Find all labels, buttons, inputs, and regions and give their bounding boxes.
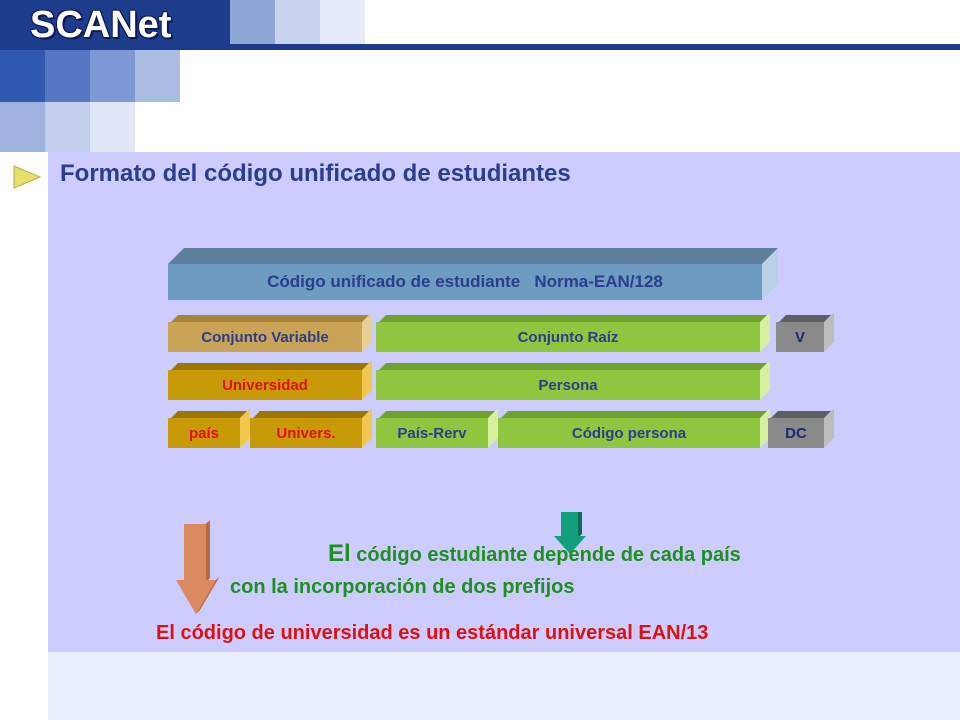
bar-conjunto-variable-label: Conjunto Variable — [168, 322, 362, 352]
scanet-logo: SCANet — [30, 4, 172, 46]
bar-conjunto-raiz-label: Conjunto Raíz — [376, 322, 760, 352]
bar-dc: DC — [768, 408, 834, 448]
header-tile — [90, 102, 135, 152]
bar-codigo-unificado-label: Código unificado de estudiante Norma-EAN… — [168, 264, 762, 300]
bar-universidad-label: Universidad — [168, 370, 362, 400]
bar-pais-label: país — [168, 418, 240, 448]
header-line — [180, 44, 960, 50]
header-tile — [0, 50, 45, 102]
bar-conjunto-variable: Conjunto Variable — [168, 312, 372, 352]
bar-univers: Univers. — [250, 408, 372, 448]
note-line-3: El código de universidad es un estándar … — [156, 622, 709, 644]
bar-pais-rerv: País-Rerv — [376, 408, 498, 448]
note-line-1-lead: El — [328, 540, 351, 567]
bar-codigo-persona: Código persona — [498, 408, 770, 448]
header-tile — [320, 0, 365, 44]
bar-v: V — [776, 312, 834, 352]
bar-pais: país — [168, 408, 250, 448]
bar-v-label: V — [776, 322, 824, 352]
bar-pais-rerv-label: País-Rerv — [376, 418, 488, 448]
note-line-2: con la incorporación de dos prefijos — [230, 576, 575, 598]
bar-codigo-persona-label: Código persona — [498, 418, 760, 448]
footer-strip — [48, 652, 960, 720]
bar-dc-label: DC — [768, 418, 824, 448]
note-line-1-text: código estudiante depende de cada país — [350, 544, 741, 566]
slide-title: Formato del código unificado de estudian… — [60, 160, 571, 187]
bar-persona: Persona — [376, 360, 770, 400]
header-tile — [90, 50, 135, 102]
bar-universidad: Universidad — [168, 360, 372, 400]
header-tile — [230, 0, 275, 44]
header-tile — [45, 102, 90, 152]
bar-conjunto-raiz: Conjunto Raíz — [376, 312, 770, 352]
bar-persona-label: Persona — [376, 370, 760, 400]
bar-codigo-unificado: Código unificado de estudiante Norma-EAN… — [168, 248, 778, 300]
note-line-1: El código estudiante depende de cada paí… — [328, 540, 741, 568]
down-arrow-icon — [176, 520, 220, 614]
header-tile — [135, 50, 180, 102]
bar-univers-label: Univers. — [250, 418, 362, 448]
header-tile — [45, 50, 90, 102]
header-tile — [0, 102, 45, 152]
header-tile — [275, 0, 320, 44]
play-arrow-icon — [13, 165, 42, 189]
